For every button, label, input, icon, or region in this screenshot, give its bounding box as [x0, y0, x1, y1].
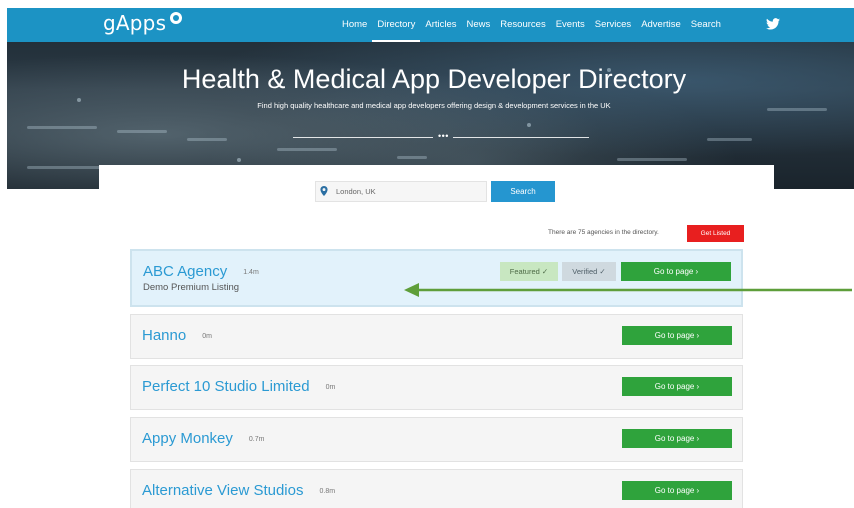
nav-home[interactable]: Home: [337, 8, 372, 42]
listing-name[interactable]: Perfect 10 Studio Limited 0m: [142, 378, 335, 395]
hero-divider-dots: •••: [438, 131, 449, 141]
annotation-arrow: [404, 283, 852, 297]
nav-directory[interactable]: Directory: [372, 8, 421, 42]
verified-badge: Verified ✓: [562, 262, 616, 281]
get-listed-button[interactable]: Get Listed: [687, 225, 744, 242]
listing-card[interactable]: Hanno 0m Go to page ›: [130, 314, 743, 359]
listing-distance: 1.4m: [243, 268, 259, 276]
location-search-input[interactable]: London, UK: [315, 181, 487, 202]
nav-events[interactable]: Events: [551, 8, 590, 42]
go-to-page-button[interactable]: Go to page ›: [622, 481, 732, 500]
background-streak: [707, 138, 752, 141]
listing-card[interactable]: Perfect 10 Studio Limited 0m Go to page ›: [130, 365, 743, 410]
go-to-page-button[interactable]: Go to page ›: [621, 262, 731, 281]
listing-name[interactable]: Alternative View Studios 0.8m: [142, 482, 335, 499]
nav-services[interactable]: Services: [590, 8, 636, 42]
listing-card[interactable]: Alternative View Studios 0.8m Go to page …: [130, 469, 743, 508]
background-streak: [617, 158, 687, 161]
listing-name[interactable]: Appy Monkey 0.7m: [142, 430, 264, 447]
listing-name-text[interactable]: Appy Monkey: [142, 430, 233, 447]
listing-name[interactable]: ABC Agency 1.4m: [143, 263, 259, 280]
go-to-page-button[interactable]: Go to page ›: [622, 377, 732, 396]
background-dot: [527, 123, 531, 127]
search-button[interactable]: Search: [491, 181, 555, 202]
top-navbar: gApps Home Directory Articles News Resou…: [7, 8, 854, 42]
hero-divider-left: [293, 137, 433, 138]
background-streak: [187, 138, 227, 141]
go-to-page-button[interactable]: Go to page ›: [622, 429, 732, 448]
background-streak: [277, 148, 337, 151]
listing-name[interactable]: Hanno 0m: [142, 327, 212, 344]
background-streak: [397, 156, 427, 159]
agency-count-text: There are 75 agencies in the directory.: [548, 229, 659, 236]
listing-card[interactable]: Appy Monkey 0.7m Go to page ›: [130, 417, 743, 462]
featured-badge: Featured ✓: [500, 262, 558, 281]
hero-title: Health & Medical App Developer Directory: [181, 64, 687, 94]
hero-banner: gApps Home Directory Articles News Resou…: [7, 8, 854, 189]
nav-resources[interactable]: Resources: [495, 8, 550, 42]
listing-name-text[interactable]: Perfect 10 Studio Limited: [142, 378, 310, 395]
page: gApps Home Directory Articles News Resou…: [0, 0, 854, 508]
nav-search[interactable]: Search: [686, 8, 726, 42]
listing-name-text[interactable]: ABC Agency: [143, 263, 227, 280]
hero-divider-right: [453, 137, 589, 138]
listing-card-featured[interactable]: ABC Agency 1.4m Demo Premium Listing Feat…: [130, 249, 743, 307]
listing-distance: 0.8m: [319, 487, 336, 495]
main-nav: Home Directory Articles News Resources E…: [337, 8, 726, 42]
background-streak: [117, 130, 167, 133]
site-logo[interactable]: gApps: [103, 11, 166, 35]
listing-distance: 0.7m: [248, 435, 265, 443]
hero-subtitle: Find high quality healthcare and medical…: [257, 101, 611, 110]
listing-name-text[interactable]: Alternative View Studios: [142, 482, 303, 499]
go-to-page-button[interactable]: Go to page ›: [622, 326, 732, 345]
twitter-icon[interactable]: [766, 18, 780, 30]
listing-distance: 0m: [325, 383, 336, 391]
nav-articles[interactable]: Articles: [420, 8, 461, 42]
nav-news[interactable]: News: [462, 8, 496, 42]
background-streak: [27, 126, 97, 129]
nav-advertise[interactable]: Advertise: [636, 8, 686, 42]
logo-mark-icon: [170, 12, 182, 24]
location-pin-icon: [320, 186, 328, 196]
listing-description: Demo Premium Listing: [143, 282, 240, 293]
background-dot: [237, 158, 241, 162]
listing-name-text[interactable]: Hanno: [142, 327, 186, 344]
listing-distance: 0m: [202, 332, 212, 340]
